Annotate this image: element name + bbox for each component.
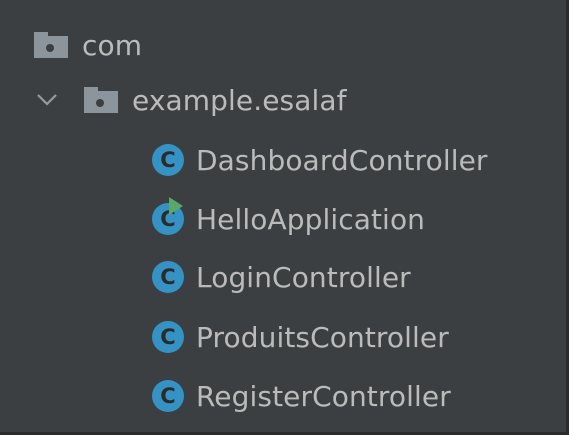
- tree-node-label: ProduitsController: [196, 320, 449, 354]
- tree-node-label: DashboardController: [196, 143, 488, 177]
- class-runnable-icon: C: [152, 197, 184, 235]
- tree-node-class-register-controller[interactable]: C RegisterController: [152, 368, 451, 424]
- tree-node-label: example.esalaf: [132, 83, 347, 117]
- class-icon: C: [152, 380, 184, 412]
- tree-node-class-produits-controller[interactable]: C ProduitsController: [152, 309, 449, 365]
- tree-node-label: LoginController: [196, 260, 411, 294]
- tree-node-label: com: [82, 28, 143, 62]
- package-folder-icon: [34, 32, 68, 58]
- class-icon: C: [152, 321, 184, 353]
- tree-node-class-dashboard-controller[interactable]: C DashboardController: [152, 132, 488, 188]
- project-tree-panel: com example.esalaf C DashboardController…: [0, 0, 569, 435]
- run-marker-icon: [169, 197, 183, 215]
- class-icon: C: [152, 144, 184, 176]
- class-icon: C: [152, 261, 184, 293]
- package-folder-icon: [84, 87, 118, 113]
- tree-node-class-hello-application[interactable]: C HelloApplication: [152, 191, 425, 247]
- tree-node-class-login-controller[interactable]: C LoginController: [152, 249, 411, 305]
- tree-node-package-com[interactable]: com: [34, 17, 142, 73]
- tree-node-label: HelloApplication: [196, 202, 426, 236]
- chevron-down-icon[interactable]: [32, 85, 62, 115]
- tree-node-label: RegisterController: [196, 379, 451, 413]
- tree-node-package-example[interactable]: example.esalaf: [32, 72, 347, 128]
